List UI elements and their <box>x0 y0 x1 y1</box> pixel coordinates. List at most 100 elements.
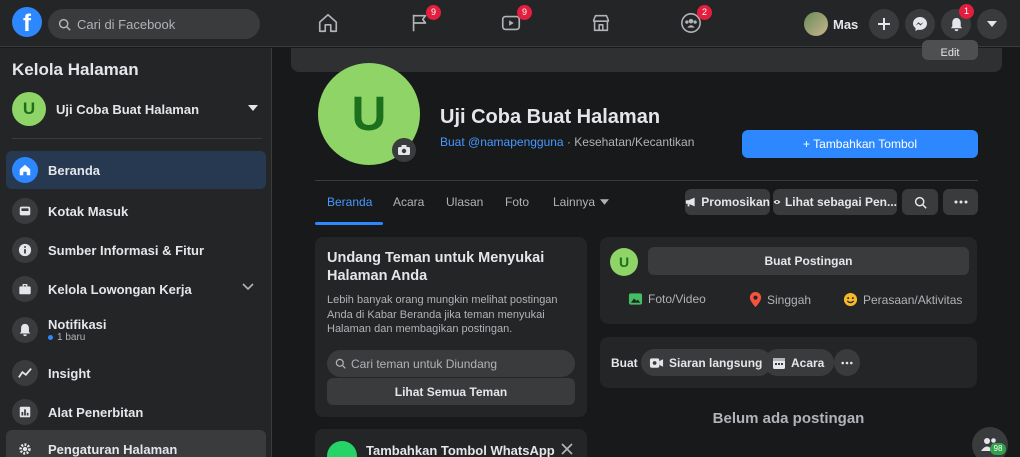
home-icon <box>12 157 38 183</box>
invite-card-title: Undang Teman untuk Menyukai Halaman Anda <box>327 250 545 284</box>
pages-badge: 9 <box>426 5 441 20</box>
view-as-button[interactable]: Lihat sebagai Pen... <box>773 189 897 215</box>
feeling-activity-button[interactable]: Perasaan/Aktivitas <box>843 292 962 307</box>
search-page-button[interactable] <box>902 189 938 215</box>
meta-separator: · <box>563 135 575 149</box>
groups-nav[interactable]: 2 <box>676 5 712 38</box>
create-event-label: Acara <box>791 355 825 370</box>
caret-down-icon <box>600 199 610 205</box>
photo-video-button[interactable]: Foto/Video <box>628 292 706 306</box>
username-link[interactable]: Buat @namapengguna <box>440 135 564 149</box>
search-icon <box>335 358 346 369</box>
manage-page-sidebar: Kelola Halaman U Uji Coba Buat Halaman B… <box>0 48 272 457</box>
invite-friends-card: Undang Teman untuk Menyukai Halaman Anda… <box>315 237 587 417</box>
contacts-badge: 98 <box>990 443 1006 455</box>
camera-icon[interactable] <box>392 138 416 162</box>
sidebar-item-label: Kelola Lowongan Kerja <box>48 281 192 297</box>
sidebar-item-label: Notifikasi <box>48 317 107 332</box>
tab-ulasan[interactable]: Ulasan <box>446 195 483 209</box>
search-input[interactable] <box>77 16 237 32</box>
chevron-down-icon <box>242 283 254 291</box>
close-icon[interactable] <box>561 443 573 455</box>
notification-count: 1 baru <box>48 332 107 343</box>
more-icon <box>954 200 967 204</box>
messenger-button[interactable] <box>905 9 935 39</box>
photo-video-label: Foto/Video <box>648 292 706 306</box>
caret-down-icon <box>987 21 997 27</box>
facebook-logo[interactable]: f <box>12 7 42 37</box>
marketplace-nav[interactable] <box>586 8 616 38</box>
post-composer: U Buat Postingan <box>600 237 977 324</box>
profile-button[interactable]: Mas <box>804 10 858 38</box>
calendar-icon <box>773 357 785 369</box>
page-selector-name: Uji Coba Buat Halaman <box>56 101 200 117</box>
sidebar-item-label: Alat Penerbitan <box>48 404 144 420</box>
tab-lainnya[interactable]: Lainnya <box>553 195 610 209</box>
sidebar-item-kotak-masuk[interactable]: Kotak Masuk <box>6 192 266 230</box>
create-label: Buat <box>611 356 638 370</box>
whatsapp-card: Tambahkan Tombol WhatsApp <box>315 429 587 457</box>
briefcase-icon <box>12 276 38 302</box>
unread-dot <box>48 335 53 340</box>
cover-photo <box>291 48 1002 72</box>
create-event-button[interactable]: Acara <box>764 349 835 376</box>
tab-foto[interactable]: Foto <box>505 195 529 209</box>
edit-cover-button[interactable]: Edit <box>922 40 978 60</box>
notifications-badge: 1 <box>959 4 974 19</box>
divider <box>315 180 978 181</box>
whatsapp-icon <box>327 441 357 457</box>
promote-label: Promosikan <box>701 195 770 209</box>
account-menu-button[interactable] <box>977 9 1007 39</box>
page-meta: Buat @namapengguna · Kesehatan/Kecantika… <box>440 135 694 149</box>
marketplace-icon <box>592 14 610 32</box>
live-video-button[interactable]: Siaran langsung <box>641 349 773 376</box>
sidebar-item-insight[interactable]: Insight <box>6 354 266 392</box>
home-nav[interactable] <box>313 8 343 38</box>
create-post-button[interactable]: Buat Postingan <box>648 247 969 275</box>
smiley-icon <box>843 292 858 307</box>
sidebar-item-label: Beranda <box>48 162 101 178</box>
photo-icon <box>628 293 643 305</box>
divider <box>12 138 262 139</box>
watch-nav[interactable]: 9 <box>496 5 532 38</box>
tab-acara[interactable]: Acara <box>393 195 424 209</box>
add-button[interactable]: + Tambahkan Tombol <box>742 130 978 158</box>
page-title: Uji Coba Buat Halaman <box>440 106 661 128</box>
create-button[interactable] <box>869 9 899 39</box>
checkin-button[interactable]: Singgah <box>749 292 811 307</box>
profile-name: Mas <box>833 16 859 32</box>
sidebar-title: Kelola Halaman <box>12 60 139 79</box>
tab-beranda[interactable]: Beranda <box>327 195 372 209</box>
sidebar-item-beranda[interactable]: Beranda <box>6 151 266 189</box>
publishing-icon <box>12 399 38 425</box>
search-icon <box>58 18 71 31</box>
notification-count-text: 1 baru <box>57 332 86 343</box>
sidebar-item-lowongan-kerja[interactable]: Kelola Lowongan Kerja <box>6 270 266 308</box>
promote-button[interactable]: Promosikan <box>685 189 770 215</box>
watch-badge: 9 <box>517 5 532 20</box>
tab-lainnya-label: Lainnya <box>553 195 596 209</box>
sidebar-item-alat-penerbitan[interactable]: Alat Penerbitan <box>6 393 266 431</box>
pages-nav[interactable]: 9 <box>405 5 441 38</box>
facebook-search[interactable] <box>48 9 260 39</box>
inbox-icon <box>12 198 38 224</box>
sidebar-item-label: Insight <box>48 365 91 381</box>
more-create-options-button[interactable] <box>834 349 860 376</box>
invite-search-placeholder: Cari teman untuk Diundang <box>351 356 498 371</box>
more-options-button[interactable] <box>943 189 978 215</box>
live-video-icon <box>649 357 664 368</box>
view-as-label: Lihat sebagai Pen... <box>784 195 897 209</box>
insight-icon <box>12 360 38 386</box>
sidebar-item-pengaturan[interactable]: Pengaturan Halaman <box>6 430 266 457</box>
invite-search-field[interactable]: Cari teman untuk Diundang <box>327 350 575 377</box>
sidebar-item-sumber-informasi[interactable]: Sumber Informasi & Fitur <box>6 231 266 269</box>
see-all-friends-button[interactable]: Lihat Semua Teman <box>327 378 575 405</box>
active-tab-indicator <box>315 222 383 225</box>
sidebar-item-notifikasi[interactable]: Notifikasi 1 baru <box>6 309 266 351</box>
caret-down-icon <box>248 105 258 111</box>
checkin-label: Singgah <box>767 292 812 307</box>
home-icon <box>318 13 338 33</box>
location-pin-icon <box>749 292 762 307</box>
notifications-button[interactable]: 1 <box>941 4 974 39</box>
page-selector[interactable]: U Uji Coba Buat Halaman <box>12 92 262 126</box>
